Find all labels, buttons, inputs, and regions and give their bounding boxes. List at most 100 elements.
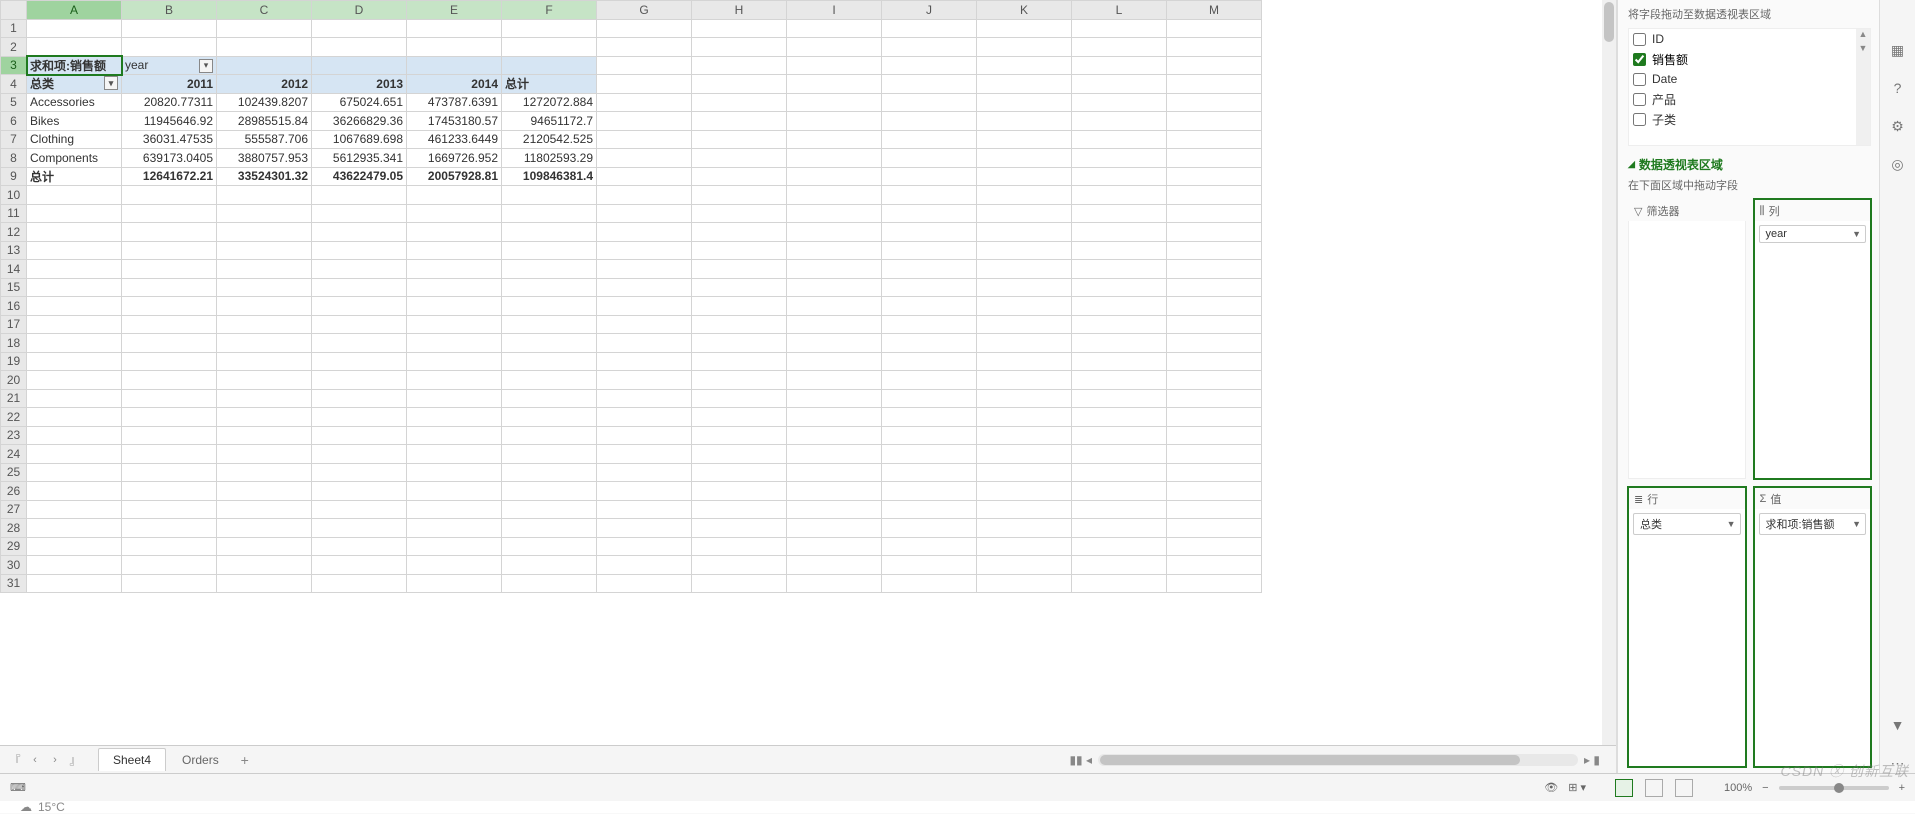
layout-icon[interactable]: ⊞ ▾ [1568, 781, 1586, 794]
cell-C28[interactable] [217, 519, 312, 538]
zoom-slider[interactable] [1779, 786, 1889, 790]
row-header-8[interactable]: 8 [1, 149, 27, 168]
cell-B7[interactable]: 36031.47535 [122, 130, 217, 149]
cell-E17[interactable] [407, 315, 502, 334]
field-销售额[interactable]: 销售额 [1629, 49, 1870, 69]
row-header-26[interactable]: 26 [1, 482, 27, 501]
cell-H16[interactable] [692, 297, 787, 316]
cell-M31[interactable] [1167, 574, 1262, 593]
cell-L30[interactable] [1072, 556, 1167, 575]
cell-M9[interactable] [1167, 167, 1262, 186]
cell-B21[interactable] [122, 389, 217, 408]
cell-B25[interactable] [122, 463, 217, 482]
cell-G20[interactable] [597, 371, 692, 390]
cell-M5[interactable] [1167, 93, 1262, 112]
cell-B16[interactable] [122, 297, 217, 316]
cell-K17[interactable] [977, 315, 1072, 334]
cell-M20[interactable] [1167, 371, 1262, 390]
row-header-3[interactable]: 3 [1, 56, 27, 75]
cell-H15[interactable] [692, 278, 787, 297]
cell-B29[interactable] [122, 537, 217, 556]
cell-C12[interactable] [217, 223, 312, 242]
pivot-field-list[interactable]: ID销售额Date产品子类 ▲▼ [1628, 28, 1871, 146]
cell-M30[interactable] [1167, 556, 1262, 575]
cell-F11[interactable] [502, 204, 597, 223]
cell-A3[interactable]: 求和项:销售额 [27, 56, 122, 75]
cell-G17[interactable] [597, 315, 692, 334]
cell-L8[interactable] [1072, 149, 1167, 168]
col-header-K[interactable]: K [977, 1, 1072, 20]
cell-G14[interactable] [597, 260, 692, 279]
cell-L4[interactable] [1072, 75, 1167, 94]
cell-G24[interactable] [597, 445, 692, 464]
cell-D11[interactable] [312, 204, 407, 223]
cell-C27[interactable] [217, 500, 312, 519]
cell-D16[interactable] [312, 297, 407, 316]
cell-G1[interactable] [597, 19, 692, 38]
cell-I29[interactable] [787, 537, 882, 556]
cell-C9[interactable]: 33524301.32 [217, 167, 312, 186]
cell-B18[interactable] [122, 334, 217, 353]
cell-M25[interactable] [1167, 463, 1262, 482]
row-header-9[interactable]: 9 [1, 167, 27, 186]
cell-D25[interactable] [312, 463, 407, 482]
cell-K9[interactable] [977, 167, 1072, 186]
col-header-J[interactable]: J [882, 1, 977, 20]
cell-M23[interactable] [1167, 426, 1262, 445]
cell-C24[interactable] [217, 445, 312, 464]
cell-G19[interactable] [597, 352, 692, 371]
cell-J26[interactable] [882, 482, 977, 501]
cell-L29[interactable] [1072, 537, 1167, 556]
cell-E24[interactable] [407, 445, 502, 464]
cell-E29[interactable] [407, 537, 502, 556]
row-header-13[interactable]: 13 [1, 241, 27, 260]
cell-E8[interactable]: 1669726.952 [407, 149, 502, 168]
cell-C19[interactable] [217, 352, 312, 371]
cell-K11[interactable] [977, 204, 1072, 223]
cell-L15[interactable] [1072, 278, 1167, 297]
cell-D24[interactable] [312, 445, 407, 464]
cell-J7[interactable] [882, 130, 977, 149]
vertical-scrollbar[interactable] [1602, 0, 1616, 745]
cell-D8[interactable]: 5612935.341 [312, 149, 407, 168]
field-子类[interactable]: 子类 [1629, 109, 1870, 129]
row-header-20[interactable]: 20 [1, 371, 27, 390]
cell-I10[interactable] [787, 186, 882, 205]
cell-K20[interactable] [977, 371, 1072, 390]
col-header-D[interactable]: D [312, 1, 407, 20]
cell-A30[interactable] [27, 556, 122, 575]
zoom-out-button[interactable]: − [1762, 782, 1768, 794]
cell-A18[interactable] [27, 334, 122, 353]
cell-A9[interactable]: 总计 [27, 167, 122, 186]
cell-F27[interactable] [502, 500, 597, 519]
cell-H11[interactable] [692, 204, 787, 223]
field-产品[interactable]: 产品 [1629, 89, 1870, 109]
cell-A8[interactable]: Components [27, 149, 122, 168]
cell-I3[interactable] [787, 56, 882, 75]
cell-C25[interactable] [217, 463, 312, 482]
cell-I14[interactable] [787, 260, 882, 279]
chevron-down-icon[interactable]: ▼ [1852, 519, 1861, 529]
cell-C22[interactable] [217, 408, 312, 427]
cell-L13[interactable] [1072, 241, 1167, 260]
cell-G2[interactable] [597, 38, 692, 57]
cell-I25[interactable] [787, 463, 882, 482]
cell-G10[interactable] [597, 186, 692, 205]
cell-L26[interactable] [1072, 482, 1167, 501]
row-header-2[interactable]: 2 [1, 38, 27, 57]
cell-A24[interactable] [27, 445, 122, 464]
cell-L23[interactable] [1072, 426, 1167, 445]
cell-E16[interactable] [407, 297, 502, 316]
cell-E19[interactable] [407, 352, 502, 371]
cell-M17[interactable] [1167, 315, 1262, 334]
cell-L28[interactable] [1072, 519, 1167, 538]
row-header-1[interactable]: 1 [1, 19, 27, 38]
cell-D7[interactable]: 1067689.698 [312, 130, 407, 149]
cell-I5[interactable] [787, 93, 882, 112]
add-sheet-button[interactable]: + [235, 752, 255, 768]
cell-A13[interactable] [27, 241, 122, 260]
tab-sheet4[interactable]: Sheet4 [98, 748, 166, 771]
cell-G11[interactable] [597, 204, 692, 223]
cell-B26[interactable] [122, 482, 217, 501]
row-header-28[interactable]: 28 [1, 519, 27, 538]
